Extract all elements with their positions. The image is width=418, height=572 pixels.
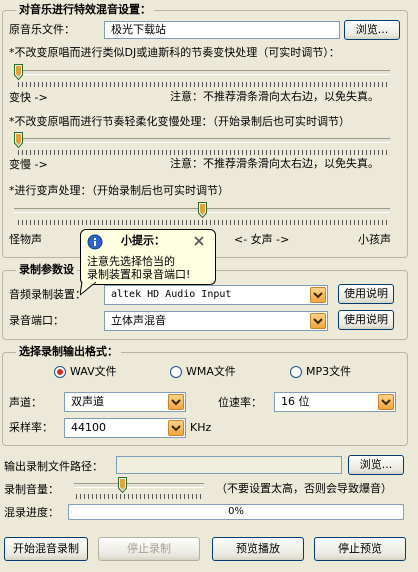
- volume-slider-thumb[interactable]: [117, 477, 127, 493]
- device-select[interactable]: altek HD Audio Input: [104, 285, 328, 305]
- preview-play-button[interactable]: 预览播放: [212, 537, 304, 561]
- format-radio-wma[interactable]: [170, 366, 182, 378]
- port-select-value: 立体声混音: [111, 314, 166, 327]
- volume-slider-ticks: [76, 494, 204, 499]
- pitch-label: *进行变声处理：（开始录制后也可实时调节）: [9, 184, 229, 197]
- bitrate-label: 位速率：: [218, 396, 262, 409]
- device-select-value: altek HD Audio Input: [111, 289, 232, 300]
- chevron-down-icon: [381, 399, 391, 406]
- tooltip-text-line2: 录制装置和录音端口!: [87, 268, 191, 281]
- sample-label: 采样率：: [9, 421, 53, 434]
- port-select[interactable]: 立体声混音: [104, 311, 328, 331]
- slow-slider-ticks: [18, 150, 388, 155]
- volume-label: 录制音量：: [4, 483, 59, 496]
- pitch-slider-ticks: [18, 220, 388, 225]
- slow-label: *不改变原唱而进行节奏轻柔化变慢处理：（开始录制后也可实时调节）: [9, 115, 350, 128]
- channel-dropdown-button[interactable]: [168, 394, 184, 410]
- mix-progress-bar: 0%: [68, 504, 404, 520]
- bitrate-dropdown-button[interactable]: [378, 394, 394, 410]
- tooltip-pointer: [80, 282, 97, 296]
- port-dropdown-button[interactable]: [310, 313, 326, 329]
- radio-selected-dot: [57, 369, 63, 375]
- slow-slider-thumb[interactable]: [14, 132, 23, 148]
- format-radio-wav[interactable]: [54, 366, 66, 378]
- slow-slider-track: [14, 138, 390, 143]
- chevron-down-icon: [313, 318, 323, 325]
- chevron-down-icon: [171, 425, 181, 432]
- format-option-wma[interactable]: WMA文件: [186, 365, 236, 379]
- device-help-button[interactable]: 使用说明: [338, 284, 394, 304]
- device-label: 音频录制装置：: [9, 288, 86, 301]
- tempo-left-label: 变快 ->: [9, 91, 48, 104]
- music-file-label: 原音乐文件：: [9, 23, 75, 36]
- format-radio-mp3[interactable]: [290, 366, 302, 378]
- bitrate-select-value: 16 位: [281, 395, 310, 408]
- mix-progress-text: 0%: [228, 506, 244, 517]
- music-file-field[interactable]: 极光下载站: [104, 21, 340, 39]
- volume-note: （不要设置太高，否则会导致爆音）: [216, 482, 392, 495]
- tempo-slider-ticks: [18, 82, 388, 87]
- channel-label: 声道：: [9, 396, 42, 409]
- music-browse-button[interactable]: 浏览...: [344, 20, 400, 40]
- tooltip-text-line1: 注意先选择恰当的: [87, 255, 175, 268]
- output-browse-button[interactable]: 浏览...: [348, 455, 404, 475]
- device-dropdown-button[interactable]: [310, 287, 326, 303]
- slow-left-label: 变慢 ->: [9, 158, 48, 171]
- sample-unit: KHz: [190, 421, 212, 434]
- sample-dropdown-button[interactable]: [168, 420, 184, 436]
- tempo-note: 注意：不推荐滑条滑向太右边，以免失真。: [170, 90, 379, 103]
- format-option-mp3[interactable]: MP3文件: [306, 365, 351, 379]
- tempo-slider-track: [14, 70, 390, 75]
- chevron-down-icon: [171, 399, 181, 406]
- record-group-title: 录制参数设: [16, 263, 77, 277]
- channel-select-value: 双声道: [71, 395, 104, 408]
- output-path-label: 输出录制文件路径：: [4, 460, 103, 473]
- channel-select[interactable]: 双声道: [64, 392, 186, 412]
- bitrate-select[interactable]: 16 位: [274, 392, 396, 412]
- stop-record-button[interactable]: 停止录制: [98, 537, 200, 561]
- tempo-label: *不改变原唱而进行类似DJ或迪斯科的节奏变快处理（可实时调节）：: [9, 46, 340, 59]
- pitch-left-label: 怪物声: [9, 233, 42, 246]
- chevron-down-icon: [313, 292, 323, 299]
- port-help-button[interactable]: 使用说明: [338, 310, 394, 330]
- progress-label: 混录进度：: [4, 506, 59, 519]
- slow-note: 注意：不推荐滑条滑向太右边，以免失真。: [170, 157, 379, 170]
- volume-slider-track: [74, 483, 204, 488]
- format-group-title: 选择录制输出格式：: [16, 345, 121, 359]
- pitch-slider-thumb[interactable]: [197, 202, 207, 218]
- port-label: 录音端口：: [9, 314, 64, 327]
- pitch-mid-label: <- 女声 ->: [234, 233, 290, 246]
- sample-select-value: 44100: [71, 421, 106, 434]
- tempo-slider-thumb[interactable]: [14, 64, 23, 80]
- close-icon[interactable]: [193, 235, 205, 247]
- pitch-right-label: 小孩声: [358, 233, 391, 246]
- output-path-field[interactable]: [116, 456, 342, 474]
- stop-preview-button[interactable]: 停止预览: [314, 537, 406, 561]
- tooltip-title: 小提示：: [121, 234, 165, 247]
- info-icon: [87, 234, 103, 250]
- sample-select[interactable]: 44100: [64, 418, 186, 438]
- effects-group-title: 对音乐进行特效混音设置：: [16, 3, 154, 17]
- tooltip-balloon: 小提示： 注意先选择恰当的 录制装置和录音端口!: [80, 229, 216, 285]
- format-option-wav[interactable]: WAV文件: [70, 365, 117, 379]
- start-record-button[interactable]: 开始混音录制: [4, 537, 88, 561]
